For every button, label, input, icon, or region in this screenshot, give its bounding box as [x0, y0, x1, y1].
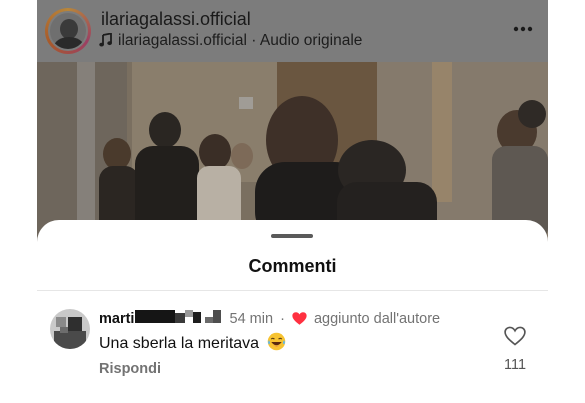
comment-username[interactable]: marti [99, 311, 134, 327]
like-count: 111 [503, 357, 527, 373]
meta-separator: · [280, 311, 285, 327]
sheet-grabber[interactable] [271, 234, 313, 238]
music-note-icon [99, 33, 112, 47]
comment-body: Una sberla la meritava [99, 335, 260, 352]
like-heart-icon[interactable] [504, 326, 526, 346]
comments-title: Commenti [248, 256, 337, 276]
comment-time: 54 min [229, 311, 274, 327]
video-frame-image [37, 62, 548, 242]
comment-avatar[interactable] [50, 309, 90, 349]
comments-sheet: Commenti marti 54 min · aggiunto dall'au… [37, 220, 548, 403]
reel-video[interactable] [37, 62, 548, 242]
comment-text: Una sberla la meritava 😂 [99, 332, 286, 353]
post-audio-link[interactable]: ilariagalassi.official · Audio originale [118, 32, 362, 50]
author-liked-badge: aggiunto dall'autore [313, 311, 441, 327]
app-frame: ilariagalassi.official ilariagalassi.off… [37, 0, 548, 403]
avatar-image [48, 11, 88, 51]
censor-bar [135, 310, 222, 323]
post-avatar[interactable] [45, 8, 91, 54]
author-liked-heart-icon [292, 312, 307, 325]
post-username[interactable]: ilariagalassi.official [101, 9, 251, 30]
more-horizontal-icon[interactable] [513, 26, 533, 32]
comment-meta: marti 54 min · aggiunto dall'autore [99, 310, 440, 330]
post-header: ilariagalassi.official ilariagalassi.off… [37, 0, 548, 62]
reply-button[interactable]: Rispondi [99, 361, 161, 377]
divider [37, 290, 548, 291]
tears-of-joy-emoji-icon [267, 332, 285, 351]
